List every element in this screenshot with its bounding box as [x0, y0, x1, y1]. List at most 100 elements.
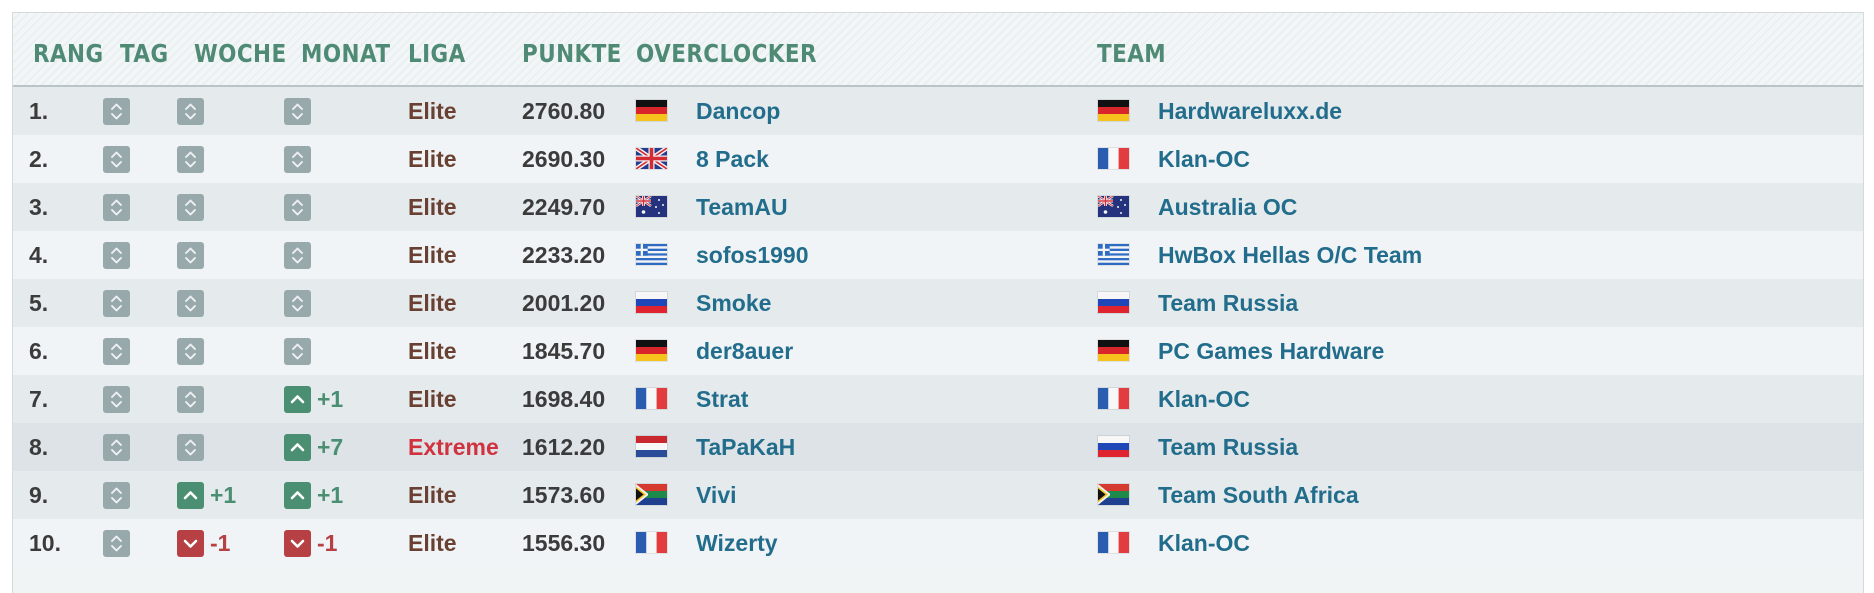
- points: 1845.70: [522, 338, 606, 364]
- points: 2001.20: [522, 290, 606, 316]
- unchanged-icon: [284, 146, 311, 173]
- trend-tag: [103, 338, 130, 365]
- trend-tag: [103, 194, 130, 221]
- trend-tag: [103, 146, 130, 173]
- trend-monat: [284, 98, 311, 125]
- league-badge: Elite: [408, 98, 457, 124]
- trend-tag: [103, 386, 130, 413]
- unchanged-icon: [177, 242, 204, 269]
- table-row: 6. Elite 1845.70 der8auer PC Games Hardware: [13, 327, 1863, 375]
- overclocker-link[interactable]: Wizerty: [696, 519, 778, 567]
- table-row: 7. +1 Elite 1698.40 Strat Klan-OC: [13, 375, 1863, 423]
- team-link[interactable]: Klan-OC: [1158, 135, 1250, 183]
- team-link[interactable]: Team Russia: [1158, 279, 1298, 327]
- trend-monat: [284, 338, 311, 365]
- flag-de-icon: [636, 340, 667, 361]
- league-badge: Elite: [408, 194, 457, 220]
- header-tag[interactable]: TAG: [120, 39, 169, 68]
- table-row: 8. +7 Extreme 1612.20 TaPaKaH Team Russia: [13, 423, 1863, 471]
- overclocker-link[interactable]: der8auer: [696, 327, 793, 375]
- overclocker-link[interactable]: Dancop: [696, 87, 780, 135]
- table-row: 4. Elite 2233.20 sofos1990 HwBox Hellas O/C …: [13, 231, 1863, 279]
- trend-woche: [177, 338, 204, 365]
- team-link[interactable]: Hardwareluxx.de: [1158, 87, 1342, 135]
- team-link[interactable]: Team South Africa: [1158, 471, 1359, 519]
- overclocker-link[interactable]: Vivi: [696, 471, 737, 519]
- trend-woche: [177, 242, 204, 269]
- trend-monat: [284, 242, 311, 269]
- unchanged-icon: [103, 194, 130, 221]
- trend-monat: -1: [284, 530, 337, 557]
- unchanged-icon: [103, 146, 130, 173]
- points: 1612.20: [522, 434, 606, 460]
- flag-za-icon: [636, 484, 667, 505]
- header-monat[interactable]: MONAT: [301, 39, 390, 68]
- rank: 4.: [29, 242, 49, 268]
- header-punkte[interactable]: PUNKTE: [522, 39, 622, 68]
- flag-za-icon: [1098, 484, 1129, 505]
- trend-monat-delta: +7: [317, 434, 344, 460]
- unchanged-icon: [284, 290, 311, 317]
- league-badge: Elite: [408, 482, 457, 508]
- unchanged-icon: [103, 386, 130, 413]
- team-link[interactable]: PC Games Hardware: [1158, 327, 1384, 375]
- trend-woche: [177, 386, 204, 413]
- trend-monat-delta: +1: [317, 482, 344, 508]
- trend-woche-delta: -1: [210, 530, 231, 556]
- unchanged-icon: [103, 338, 130, 365]
- rank: 6.: [29, 338, 49, 364]
- flag-fr-icon: [1098, 532, 1129, 553]
- points: 1698.40: [522, 386, 606, 412]
- flag-ru-icon: [636, 292, 667, 313]
- overclocker-link[interactable]: TaPaKaH: [696, 423, 795, 471]
- flag-fr-icon: [636, 532, 667, 553]
- flag-au-icon: [636, 196, 667, 217]
- trend-monat: [284, 290, 311, 317]
- trend-monat-delta: +1: [317, 386, 344, 412]
- header-liga[interactable]: LIGA: [408, 39, 466, 68]
- team-link[interactable]: Klan-OC: [1158, 519, 1250, 567]
- team-link[interactable]: HwBox Hellas O/C Team: [1158, 231, 1422, 279]
- trend-woche: -1: [177, 530, 230, 557]
- overclocker-link[interactable]: Smoke: [696, 279, 771, 327]
- flag-fr-icon: [1098, 148, 1129, 169]
- table-row: 10. -1 -1 Elite 1556.30 Wizerty Klan-OC: [13, 519, 1863, 567]
- header-rang[interactable]: RANG: [33, 39, 104, 68]
- unchanged-icon: [177, 290, 204, 317]
- league-badge: Extreme: [408, 434, 499, 460]
- points: 1573.60: [522, 482, 606, 508]
- overclocker-link[interactable]: 8 Pack: [696, 135, 769, 183]
- trend-monat: [284, 194, 311, 221]
- unchanged-icon: [177, 386, 204, 413]
- flag-de-icon: [636, 100, 667, 121]
- team-link[interactable]: Team Russia: [1158, 423, 1298, 471]
- points: 2690.30: [522, 146, 606, 172]
- arrow-down-icon: [284, 530, 311, 557]
- flag-gb-icon: [636, 148, 667, 169]
- team-link[interactable]: Australia OC: [1158, 183, 1297, 231]
- arrow-down-icon: [177, 530, 204, 557]
- trend-monat: +7: [284, 434, 343, 461]
- arrow-up-icon: [284, 386, 311, 413]
- trend-monat: [284, 146, 311, 173]
- trend-tag: [103, 290, 130, 317]
- overclocker-link[interactable]: TeamAU: [696, 183, 788, 231]
- overclocker-link[interactable]: sofos1990: [696, 231, 809, 279]
- header-team[interactable]: TEAM: [1097, 39, 1166, 68]
- flag-nl-icon: [636, 436, 667, 457]
- rank: 2.: [29, 146, 49, 172]
- league-badge: Elite: [408, 242, 457, 268]
- trend-tag: [103, 434, 130, 461]
- rank: 8.: [29, 434, 49, 460]
- trend-tag: [103, 482, 130, 509]
- team-link[interactable]: Klan-OC: [1158, 375, 1250, 423]
- header-woche[interactable]: WOCHE: [194, 39, 287, 68]
- trend-woche: [177, 146, 204, 173]
- flag-de-icon: [1098, 340, 1129, 361]
- header-overclocker[interactable]: OVERCLOCKER: [636, 39, 817, 68]
- flag-ru-icon: [1098, 436, 1129, 457]
- unchanged-icon: [103, 434, 130, 461]
- overclocker-link[interactable]: Strat: [696, 375, 748, 423]
- rank: 5.: [29, 290, 49, 316]
- points: 2760.80: [522, 98, 606, 124]
